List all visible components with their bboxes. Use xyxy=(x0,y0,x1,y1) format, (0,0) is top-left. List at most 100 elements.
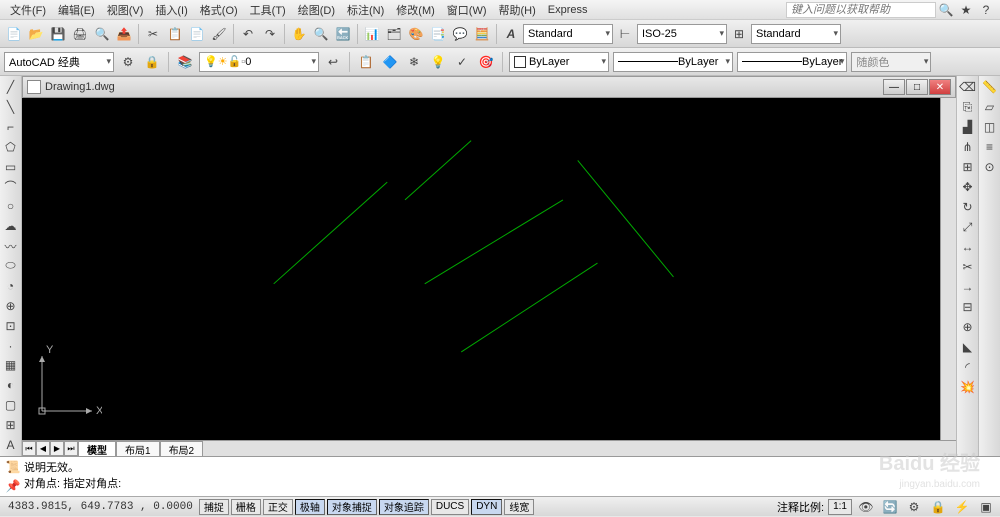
arc-icon[interactable]: ⌒ xyxy=(2,177,20,195)
copy-icon[interactable]: 📋 xyxy=(165,24,185,44)
model-space-canvas[interactable]: X Y xyxy=(22,98,940,440)
coordinates-readout[interactable]: 4383.9815, 649.7783 , 0.0000 xyxy=(4,501,197,513)
minimize-button[interactable]: — xyxy=(883,79,905,95)
plotstyle-dropdown[interactable]: 随颜色 xyxy=(851,52,931,72)
id-icon[interactable]: ⊙ xyxy=(981,158,999,176)
redo-icon[interactable]: ↷ xyxy=(260,24,280,44)
ortho-toggle[interactable]: 正交 xyxy=(263,499,293,515)
dimstyle-icon[interactable]: ⊢ xyxy=(615,24,635,44)
menu-edit[interactable]: 编辑(E) xyxy=(52,0,101,20)
anno-auto-icon[interactable]: 🔄 xyxy=(880,497,900,517)
chamfer-icon[interactable]: ◣ xyxy=(959,338,977,356)
pline-icon[interactable]: ⌐ xyxy=(2,118,20,136)
menu-view[interactable]: 视图(V) xyxy=(101,0,150,20)
design-center-icon[interactable]: 🗂 xyxy=(384,24,404,44)
menu-help[interactable]: 帮助(H) xyxy=(493,0,542,20)
menu-draw[interactable]: 绘图(D) xyxy=(292,0,341,20)
explode-icon[interactable]: 💥 xyxy=(959,378,977,396)
array-icon[interactable]: ⊞ xyxy=(959,158,977,176)
menu-window[interactable]: 窗口(W) xyxy=(441,0,493,20)
tool-palette-icon[interactable]: 🎨 xyxy=(406,24,426,44)
xline-icon[interactable]: ╲ xyxy=(2,98,20,116)
table-icon[interactable]: ⊞ xyxy=(2,416,20,434)
layer-manager-icon[interactable]: 📚 xyxy=(175,52,195,72)
textstyle-icon[interactable]: A xyxy=(501,24,521,44)
command-line[interactable]: 📜 📌 说明无效。 对角点: 指定对角点: xyxy=(0,456,1000,496)
save-icon[interactable]: 💾 xyxy=(48,24,68,44)
line-icon[interactable]: ╱ xyxy=(2,78,20,96)
grid-toggle[interactable]: 栅格 xyxy=(231,499,261,515)
publish-icon[interactable]: 📤 xyxy=(114,24,134,44)
snap-toggle[interactable]: 捕捉 xyxy=(199,499,229,515)
tab-model[interactable]: 模型 xyxy=(78,441,116,456)
linetype-dropdown[interactable]: ByLayer xyxy=(613,52,733,72)
cut-icon[interactable]: ✂ xyxy=(143,24,163,44)
layer-dropdown[interactable]: 💡 ☀ 🔓 ▫ 0 xyxy=(199,52,319,72)
print-icon[interactable]: 🖨 xyxy=(70,24,90,44)
close-button[interactable]: ✕ xyxy=(929,79,951,95)
tab-layout2[interactable]: 布局2 xyxy=(160,441,204,456)
move-icon[interactable]: ✥ xyxy=(959,178,977,196)
gradient-icon[interactable]: ◐ xyxy=(2,376,20,394)
layer-match-icon[interactable]: 🎯 xyxy=(476,52,496,72)
scale-icon[interactable]: ⤢ xyxy=(959,218,977,236)
mirror-icon[interactable]: ▟ xyxy=(959,118,977,136)
ducs-toggle[interactable]: DUCS xyxy=(431,499,469,515)
dist-icon[interactable]: 📏 xyxy=(981,78,999,96)
tab-next-button[interactable]: ▶ xyxy=(50,441,64,456)
table-style-dropdown[interactable]: Standard xyxy=(751,24,841,44)
layer-off-icon[interactable]: 💡 xyxy=(428,52,448,72)
menu-dimension[interactable]: 标注(N) xyxy=(341,0,390,20)
match-icon[interactable]: 🖌 xyxy=(209,24,229,44)
help-search-input[interactable] xyxy=(786,2,936,18)
anno-scale-value[interactable]: 1:1 xyxy=(828,499,852,515)
new-icon[interactable]: 📄 xyxy=(4,24,24,44)
undo-icon[interactable]: ↶ xyxy=(238,24,258,44)
calc-icon[interactable]: 🧮 xyxy=(472,24,492,44)
anno-visibility-icon[interactable]: 👁 xyxy=(856,497,876,517)
tablestyle-icon[interactable]: ⊞ xyxy=(729,24,749,44)
rectangle-icon[interactable]: ▭ xyxy=(2,158,20,176)
document-titlebar[interactable]: Drawing1.dwg — □ ✕ xyxy=(22,76,956,98)
clean-screen-icon[interactable]: ▣ xyxy=(976,497,996,517)
paste-icon[interactable]: 📄 xyxy=(187,24,207,44)
menu-modify[interactable]: 修改(M) xyxy=(390,0,441,20)
break-icon[interactable]: ⊟ xyxy=(959,298,977,316)
join-icon[interactable]: ⊕ xyxy=(959,318,977,336)
circle-icon[interactable]: ○ xyxy=(2,197,20,215)
spline-icon[interactable]: 〰 xyxy=(2,237,20,255)
polygon-icon[interactable]: ⬠ xyxy=(2,138,20,156)
region-icon[interactable]: ▢ xyxy=(2,396,20,414)
offset-icon[interactable]: ⋔ xyxy=(959,138,977,156)
cmdline-pin-icon[interactable]: 📌 xyxy=(4,478,22,495)
tab-last-button[interactable]: ⏭ xyxy=(64,441,78,456)
lock-ui-icon[interactable]: 🔒 xyxy=(928,497,948,517)
copy-obj-icon[interactable]: ⎘ xyxy=(959,98,977,116)
stretch-icon[interactable]: ↔ xyxy=(959,238,977,256)
hatch-icon[interactable]: ▦ xyxy=(2,356,20,374)
workspace-settings-icon[interactable]: ⚙ xyxy=(118,52,138,72)
tab-layout1[interactable]: 布局1 xyxy=(116,441,160,456)
fillet-icon[interactable]: ◜ xyxy=(959,358,977,376)
help-icon[interactable]: ? xyxy=(976,0,996,20)
dyn-toggle[interactable]: DYN xyxy=(471,499,502,515)
menu-express[interactable]: Express xyxy=(542,2,594,18)
horizontal-scrollbar[interactable] xyxy=(203,441,956,456)
sheet-icon[interactable]: 📑 xyxy=(428,24,448,44)
region2-icon[interactable]: ◫ xyxy=(981,118,999,136)
osnap-toggle[interactable]: 对象捕捉 xyxy=(327,499,377,515)
layer-make-icon[interactable]: ✓ xyxy=(452,52,472,72)
workspace-switch-icon[interactable]: ⚙ xyxy=(904,497,924,517)
workspace-dropdown[interactable]: AutoCAD 经典 xyxy=(4,52,114,72)
menu-insert[interactable]: 插入(I) xyxy=(149,0,193,20)
cmdline-recent-icon[interactable]: 📜 xyxy=(4,459,22,476)
star-icon[interactable]: ★ xyxy=(956,0,976,20)
maximize-button[interactable]: □ xyxy=(906,79,928,95)
rotate-icon[interactable]: ↻ xyxy=(959,198,977,216)
trim-icon[interactable]: ✂ xyxy=(959,258,977,276)
ellipse-icon[interactable]: ⬭ xyxy=(2,257,20,275)
zoom-icon[interactable]: 🔍 xyxy=(311,24,331,44)
layer-states-icon[interactable]: 📋 xyxy=(356,52,376,72)
search-icon[interactable]: 🔍 xyxy=(936,0,956,20)
preview-icon[interactable]: 🔍 xyxy=(92,24,112,44)
